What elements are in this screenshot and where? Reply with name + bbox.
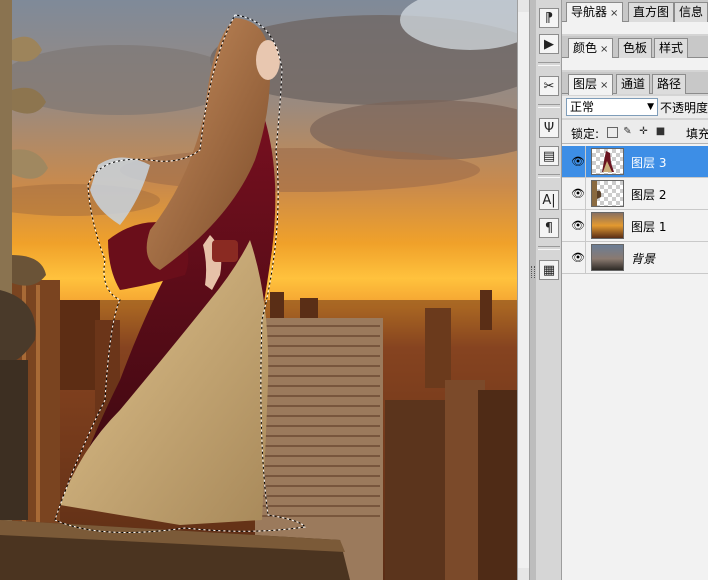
layer-thumbnail — [591, 148, 624, 175]
document-canvas[interactable] — [0, 0, 517, 580]
layer-row-1[interactable]: 👁 图层 1 — [562, 210, 708, 242]
layer-row-2[interactable]: 👁 图层 2 — [562, 178, 708, 210]
tab-swatches[interactable]: 色板 — [618, 38, 653, 58]
actions-icon[interactable]: ▶ — [539, 34, 559, 54]
tab-histogram[interactable]: 直方图 — [628, 2, 675, 22]
tab-info[interactable]: 信息 — [674, 2, 708, 22]
tab-label: 导航器 — [571, 5, 608, 19]
layers-panel-tabs: 图层 × 通道 路径 — [562, 72, 708, 95]
tab-styles[interactable]: 样式 — [654, 38, 689, 58]
layer-row-3[interactable]: 👁 图层 3 — [562, 146, 708, 178]
visibility-toggle[interactable]: 👁 — [564, 146, 586, 177]
layer-name: 图层 1 — [631, 220, 667, 234]
history-icon[interactable]: ⁋ — [539, 8, 559, 28]
dropdown-arrow-icon: ▼ — [647, 102, 654, 112]
layer-thumbnail — [591, 180, 624, 207]
tab-label: 颜色 — [573, 41, 598, 55]
eye-icon: 👁 — [571, 187, 585, 200]
tab-layers[interactable]: 图层 × — [568, 74, 614, 95]
brushes-icon[interactable]: Ψ — [539, 118, 559, 138]
layer-thumbnail — [591, 212, 624, 239]
tab-label: 路径 — [657, 77, 682, 91]
canvas-vertical-scrollbar[interactable] — [517, 0, 530, 580]
tab-label: 图层 — [573, 77, 598, 91]
panel-icon-dock: ⁋ ▶ ✂ Ψ ▤ A| ¶ ▦ — [536, 0, 562, 580]
layer-thumbnail-art — [602, 151, 614, 172]
eye-icon: 👁 — [571, 251, 585, 264]
close-icon[interactable]: × — [610, 8, 618, 19]
visibility-toggle[interactable]: 👁 — [564, 178, 586, 209]
tab-label: 样式 — [659, 41, 684, 55]
dock-separator — [538, 62, 560, 66]
lock-position-icon[interactable]: ✛ — [638, 126, 649, 137]
tab-label: 通道 — [621, 77, 646, 91]
layer-name: 背景 — [631, 252, 656, 266]
lock-all-icon[interactable]: ■ — [655, 126, 666, 137]
layer-name: 图层 3 — [631, 156, 667, 170]
dock-separator — [538, 104, 560, 108]
navigator-panel-body — [562, 22, 708, 34]
visibility-toggle[interactable]: 👁 — [564, 242, 586, 273]
scroll-up-arrow[interactable] — [518, 0, 529, 12]
scroll-down-arrow[interactable] — [518, 568, 529, 580]
blend-mode-value: 正常 — [570, 100, 595, 114]
layer-thumbnail — [591, 244, 624, 271]
canvas-artwork — [0, 0, 517, 580]
tab-label: 色板 — [623, 41, 648, 55]
blend-options-row: 正常 ▼ 不透明度 — [562, 96, 708, 118]
layer-thumbnail-art — [592, 181, 602, 206]
eye-icon: 👁 — [571, 219, 585, 232]
character-icon[interactable]: A| — [539, 190, 559, 210]
lock-pixels-icon[interactable]: ✎ — [622, 126, 633, 137]
tab-label: 信息 — [679, 5, 704, 19]
tool-presets-icon[interactable]: ✂ — [539, 76, 559, 96]
visibility-toggle[interactable]: 👁 — [564, 210, 586, 241]
grip-dots — [531, 266, 535, 278]
blend-mode-select[interactable]: 正常 ▼ — [566, 98, 658, 116]
close-icon[interactable]: × — [600, 80, 608, 91]
layer-row-background[interactable]: 👁 背景 — [562, 242, 708, 274]
paragraph-icon[interactable]: ¶ — [539, 218, 559, 238]
fill-label: 填充 — [686, 127, 708, 141]
layer-comps-icon[interactable]: ▦ — [539, 260, 559, 280]
lock-transparent-icon[interactable] — [607, 127, 618, 138]
eye-icon: 👁 — [571, 155, 585, 168]
tab-channels[interactable]: 通道 — [616, 74, 651, 94]
lock-label: 锁定: — [571, 127, 600, 141]
close-icon[interactable]: × — [600, 44, 608, 55]
dock-separator — [538, 174, 560, 178]
layers-list: 👁 图层 3 👁 图层 2 👁 图层 1 👁 背景 — [562, 144, 708, 580]
color-panel-tabs: 颜色 × 色板 样式 — [562, 36, 708, 59]
navigator-panel-tabs: 导航器 × 直方图 信息 — [562, 0, 708, 23]
tab-color[interactable]: 颜色 × — [568, 38, 614, 59]
color-panel-body — [562, 58, 708, 70]
dock-separator — [538, 246, 560, 250]
lock-options-row: 锁定: ✎ ✛ ■ 填充 — [562, 120, 708, 144]
clone-source-icon[interactable]: ▤ — [539, 146, 559, 166]
tab-label: 直方图 — [633, 5, 670, 19]
tab-navigator[interactable]: 导航器 × — [566, 2, 624, 23]
tab-paths[interactable]: 路径 — [652, 74, 687, 94]
panels-area: 导航器 × 直方图 信息 颜色 × 色板 样式 图层 × 通道 路径 正常 ▼ 不透明度… — [562, 0, 708, 580]
layer-name: 图层 2 — [631, 188, 667, 202]
opacity-label: 不透明度 — [660, 101, 708, 115]
